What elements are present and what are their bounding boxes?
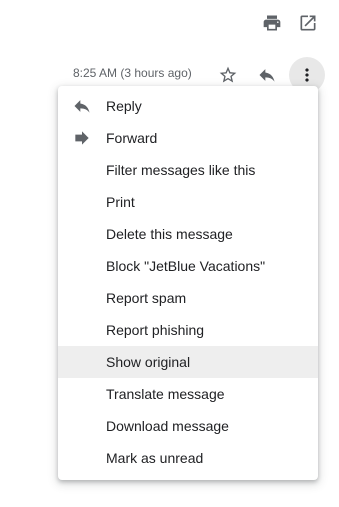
menu-item-label: Mark as unread <box>106 450 204 466</box>
open-in-new-window-icon <box>300 15 316 31</box>
print-icon <box>263 15 281 31</box>
menu-item-label: Delete this message <box>106 226 233 242</box>
reply-icon <box>259 69 275 82</box>
menu-item-label: Report phishing <box>106 322 205 338</box>
menu-item-label: Reply <box>106 98 142 114</box>
message-options-menu: Reply Forward Filter messages like this … <box>58 86 318 480</box>
more-vertical-icon <box>305 68 309 82</box>
menu-item-filter-messages[interactable]: Filter messages like this <box>58 154 318 186</box>
menu-item-label: Download message <box>106 418 229 434</box>
star-outline-icon <box>219 66 237 83</box>
reply-button[interactable] <box>253 61 281 89</box>
menu-item-label: Print <box>106 194 135 210</box>
menu-item-delete[interactable]: Delete this message <box>58 218 318 250</box>
menu-item-label: Filter messages like this <box>106 162 256 178</box>
menu-item-label: Report spam <box>106 290 187 306</box>
menu-item-report-phishing[interactable]: Report phishing <box>58 314 318 346</box>
print-button[interactable] <box>258 9 286 37</box>
menu-item-report-spam[interactable]: Report spam <box>58 282 318 314</box>
email-view: 8:25 AM (3 hours ago) Reply Forward Filt… <box>0 0 339 507</box>
menu-item-label: Translate message <box>106 386 225 402</box>
menu-item-forward[interactable]: Forward <box>58 122 318 154</box>
menu-item-label: Show original <box>106 354 191 370</box>
menu-item-label: Block "JetBlue Vacations" <box>106 258 266 274</box>
menu-item-download[interactable]: Download message <box>58 410 318 442</box>
menu-item-translate[interactable]: Translate message <box>58 378 318 410</box>
menu-item-reply[interactable]: Reply <box>58 90 318 122</box>
open-in-new-window-button[interactable] <box>294 9 322 37</box>
menu-item-block-sender[interactable]: Block "JetBlue Vacations" <box>58 250 318 282</box>
menu-item-print[interactable]: Print <box>58 186 318 218</box>
menu-item-show-original[interactable]: Show original <box>58 346 318 378</box>
menu-item-label: Forward <box>106 130 158 146</box>
menu-item-mark-unread[interactable]: Mark as unread <box>58 442 318 474</box>
message-timestamp: 8:25 AM (3 hours ago) <box>73 66 192 80</box>
reply-icon <box>72 96 92 116</box>
star-button[interactable] <box>214 61 242 89</box>
forward-icon <box>72 128 92 148</box>
